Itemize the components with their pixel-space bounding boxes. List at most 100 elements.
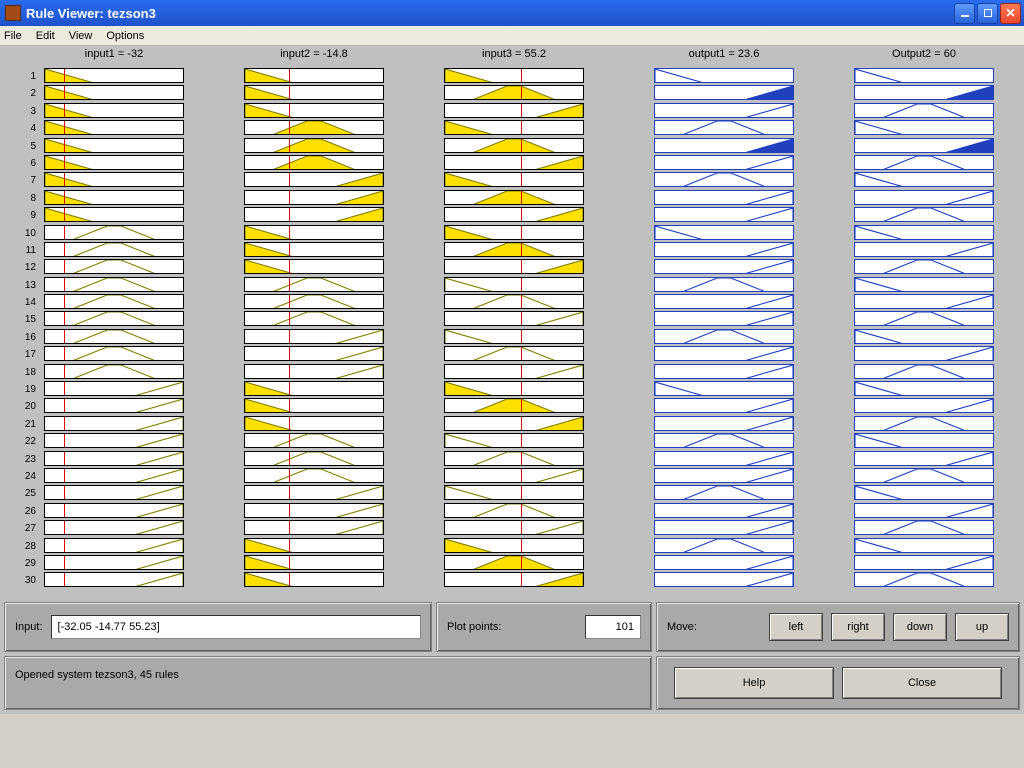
rule-cell-input3-3[interactable] — [444, 103, 584, 118]
input-slider-line[interactable] — [289, 311, 290, 326]
input-slider-line[interactable] — [521, 416, 522, 431]
input-slider-line[interactable] — [64, 555, 65, 570]
rule-cell-input1-24[interactable] — [44, 468, 184, 483]
rule-cell-input2-27[interactable] — [244, 520, 384, 535]
plotpoints-field[interactable] — [585, 615, 641, 639]
input-slider-line[interactable] — [521, 346, 522, 361]
input-slider-line[interactable] — [289, 520, 290, 535]
rule-cell-input1-7[interactable] — [44, 172, 184, 187]
input-slider-line[interactable] — [64, 503, 65, 518]
rule-cell-input1-20[interactable] — [44, 398, 184, 413]
rule-cell-input2-3[interactable] — [244, 103, 384, 118]
rule-cell-input1-5[interactable] — [44, 138, 184, 153]
rule-cell-input3-18[interactable] — [444, 364, 584, 379]
menu-edit[interactable]: Edit — [36, 30, 55, 42]
input-slider-line[interactable] — [64, 103, 65, 118]
rule-cell-input3-14[interactable] — [444, 294, 584, 309]
input-slider-line[interactable] — [521, 155, 522, 170]
input-slider-line[interactable] — [289, 485, 290, 500]
rule-cell-input2-22[interactable] — [244, 433, 384, 448]
rule-cell-input2-23[interactable] — [244, 451, 384, 466]
move-down-button[interactable]: down — [893, 613, 947, 641]
input-slider-line[interactable] — [64, 68, 65, 83]
input-slider-line[interactable] — [289, 364, 290, 379]
input-slider-line[interactable] — [521, 172, 522, 187]
input-slider-line[interactable] — [64, 190, 65, 205]
input-slider-line[interactable] — [521, 451, 522, 466]
input-slider-line[interactable] — [521, 190, 522, 205]
rule-cell-input2-17[interactable] — [244, 346, 384, 361]
rule-cell-input2-4[interactable] — [244, 120, 384, 135]
move-right-button[interactable]: right — [831, 613, 885, 641]
rule-cell-input3-20[interactable] — [444, 398, 584, 413]
minimize-button[interactable] — [954, 3, 975, 24]
input-slider-line[interactable] — [521, 120, 522, 135]
rule-cell-input2-26[interactable] — [244, 503, 384, 518]
rule-cell-input1-17[interactable] — [44, 346, 184, 361]
input-slider-line[interactable] — [521, 138, 522, 153]
rule-cell-input3-12[interactable] — [444, 259, 584, 274]
rule-cell-input2-25[interactable] — [244, 485, 384, 500]
input-slider-line[interactable] — [521, 520, 522, 535]
rule-cell-input1-2[interactable] — [44, 85, 184, 100]
rule-cell-input3-26[interactable] — [444, 503, 584, 518]
rule-cell-input1-15[interactable] — [44, 311, 184, 326]
rule-cell-input1-21[interactable] — [44, 416, 184, 431]
rule-cell-input1-14[interactable] — [44, 294, 184, 309]
input-slider-line[interactable] — [289, 190, 290, 205]
input-slider-line[interactable] — [521, 364, 522, 379]
rule-cell-input1-26[interactable] — [44, 503, 184, 518]
rule-cell-input1-13[interactable] — [44, 277, 184, 292]
input-slider-line[interactable] — [64, 433, 65, 448]
rule-cell-input1-11[interactable] — [44, 242, 184, 257]
input-slider-line[interactable] — [521, 503, 522, 518]
input-field[interactable] — [51, 615, 421, 639]
input-slider-line[interactable] — [521, 398, 522, 413]
input-slider-line[interactable] — [521, 68, 522, 83]
input-slider-line[interactable] — [289, 433, 290, 448]
input-slider-line[interactable] — [289, 138, 290, 153]
input-slider-line[interactable] — [289, 103, 290, 118]
rule-cell-input3-24[interactable] — [444, 468, 584, 483]
rule-cell-input3-13[interactable] — [444, 277, 584, 292]
menu-options[interactable]: Options — [106, 30, 144, 42]
input-slider-line[interactable] — [521, 207, 522, 222]
input-slider-line[interactable] — [64, 398, 65, 413]
input-slider-line[interactable] — [521, 485, 522, 500]
rule-cell-input3-23[interactable] — [444, 451, 584, 466]
rule-cell-input3-5[interactable] — [444, 138, 584, 153]
input-slider-line[interactable] — [289, 503, 290, 518]
input-slider-line[interactable] — [289, 207, 290, 222]
input-slider-line[interactable] — [64, 451, 65, 466]
rule-cell-input2-20[interactable] — [244, 398, 384, 413]
input-slider-line[interactable] — [289, 225, 290, 240]
rule-cell-input3-11[interactable] — [444, 242, 584, 257]
input-slider-line[interactable] — [289, 155, 290, 170]
rule-cell-input2-18[interactable] — [244, 364, 384, 379]
rule-cell-input3-30[interactable] — [444, 572, 584, 587]
input-slider-line[interactable] — [64, 85, 65, 100]
close-button[interactable]: Close — [842, 667, 1002, 699]
rule-cell-input3-21[interactable] — [444, 416, 584, 431]
input-slider-line[interactable] — [289, 242, 290, 257]
input-slider-line[interactable] — [289, 398, 290, 413]
rule-cell-input3-15[interactable] — [444, 311, 584, 326]
rule-cell-input3-10[interactable] — [444, 225, 584, 240]
rule-cell-input2-30[interactable] — [244, 572, 384, 587]
rule-cell-input2-9[interactable] — [244, 207, 384, 222]
rule-cell-input3-27[interactable] — [444, 520, 584, 535]
rule-cell-input2-12[interactable] — [244, 259, 384, 274]
close-window-button[interactable]: ✕ — [1000, 3, 1021, 24]
rule-cell-input3-17[interactable] — [444, 346, 584, 361]
rule-cell-input1-10[interactable] — [44, 225, 184, 240]
rule-cell-input3-22[interactable] — [444, 433, 584, 448]
rule-cell-input3-25[interactable] — [444, 485, 584, 500]
rule-cell-input2-16[interactable] — [244, 329, 384, 344]
help-button[interactable]: Help — [674, 667, 834, 699]
input-slider-line[interactable] — [64, 242, 65, 257]
input-slider-line[interactable] — [521, 242, 522, 257]
input-slider-line[interactable] — [64, 277, 65, 292]
rule-cell-input2-2[interactable] — [244, 85, 384, 100]
rule-cell-input3-28[interactable] — [444, 538, 584, 553]
input-slider-line[interactable] — [289, 572, 290, 587]
